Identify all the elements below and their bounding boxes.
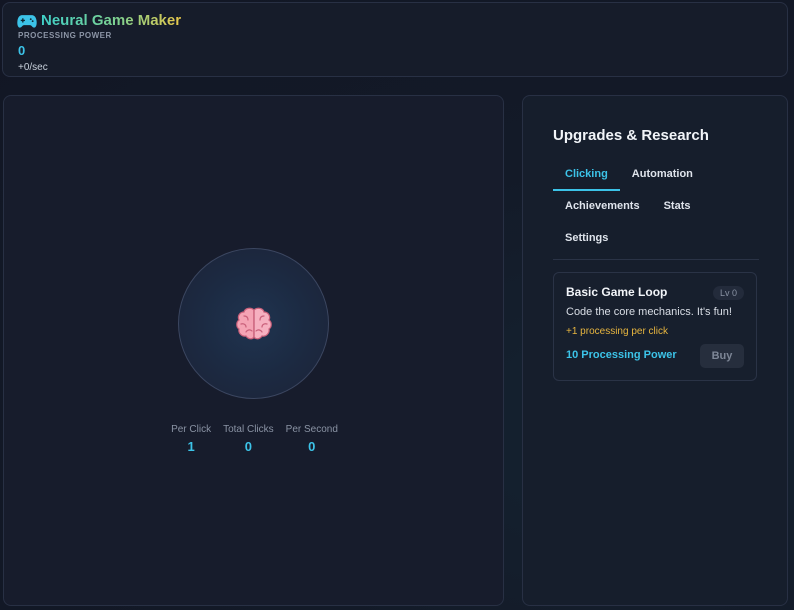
stat-value: 0 <box>308 439 316 454</box>
stat-total-clicks: Total Clicks 0 <box>223 424 274 454</box>
tab-stats[interactable]: Stats <box>652 191 703 223</box>
upgrade-cost: 10 Processing Power <box>566 349 677 361</box>
upgrade-title: Basic Game Loop <box>566 285 668 299</box>
upgrades-panel: Upgrades & Research Clicking Automation … <box>522 95 788 606</box>
upgrade-effect: +1 processing per click <box>566 326 668 337</box>
stat-label: Per Second <box>285 424 338 435</box>
clicker-panel: Per Click 1 Total Clicks 0 Per Second 0 <box>3 95 504 606</box>
app-title: Neural Game Maker <box>17 12 181 29</box>
upgrade-description: Code the core mechanics. It's fun! <box>566 306 732 318</box>
tab-automation[interactable]: Automation <box>620 159 705 191</box>
tab-achievements[interactable]: Achievements <box>553 191 652 223</box>
processing-power-label: PROCESSING POWER <box>18 31 112 40</box>
buy-button[interactable]: Buy <box>700 344 744 368</box>
upgrade-card-basic-game-loop: Basic Game Loop Lv 0 Code the core mecha… <box>553 272 757 381</box>
stat-label: Per Click <box>171 424 212 435</box>
upgrade-tabs: Clicking Automation Achievements Stats S… <box>553 159 759 260</box>
tab-settings[interactable]: Settings <box>553 223 620 255</box>
app-title-text: Neural Game Maker <box>41 12 182 29</box>
brain-click-button[interactable] <box>178 248 329 399</box>
stat-per-second: Per Second 0 <box>286 424 338 454</box>
stat-value: 0 <box>244 439 252 454</box>
header-bar: Neural Game Maker PROCESSING POWER 0 +0/… <box>2 2 788 77</box>
brain-icon <box>235 307 272 339</box>
click-stats: Per Click 1 Total Clicks 0 Per Second 0 <box>4 424 505 454</box>
upgrades-title: Upgrades & Research <box>553 127 709 144</box>
tab-clicking[interactable]: Clicking <box>553 159 620 191</box>
stat-label: Total Clicks <box>223 424 274 435</box>
processing-rate: +0/sec <box>18 62 48 73</box>
gamepad-icon <box>17 14 37 28</box>
stat-per-click: Per Click 1 <box>171 424 211 454</box>
upgrade-level-badge: Lv 0 <box>712 286 744 300</box>
stat-value: 1 <box>187 439 195 454</box>
processing-power-value: 0 <box>18 43 26 58</box>
